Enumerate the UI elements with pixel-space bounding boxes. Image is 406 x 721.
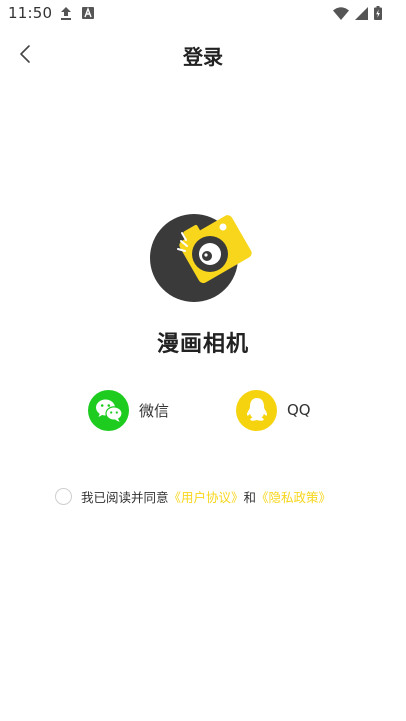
qq-label: QQ	[287, 401, 311, 419]
app-logo	[148, 205, 258, 305]
app-name: 漫画相机	[156, 332, 249, 357]
header: 登录	[0, 34, 406, 74]
agreement-prefix: 我已阅读并同意	[81, 489, 169, 505]
wechat-label: 微信	[139, 401, 170, 420]
camera-logo-icon	[150, 214, 252, 302]
wifi-icon	[333, 6, 349, 20]
battery-icon	[374, 6, 382, 20]
wechat-icon	[88, 389, 129, 431]
page-title: 登录	[183, 45, 223, 69]
user-agreement-link[interactable]: 《用户协议》	[169, 487, 244, 506]
status-right-icons	[333, 6, 382, 20]
a-notification-icon	[82, 7, 94, 19]
status-bar: 11:50	[0, 0, 406, 28]
upload-icon	[61, 7, 71, 20]
agreement-row: 我已阅读并同意 《用户协议》 和 《隐私政策》	[55, 486, 331, 506]
status-time: 11:50	[8, 4, 53, 22]
status-left-icons	[60, 6, 94, 20]
privacy-policy-link[interactable]: 《隐私政策》	[256, 487, 331, 506]
signal-icon	[355, 6, 368, 20]
agreement-conjunction: 和	[243, 489, 257, 505]
qq-login-button[interactable]: QQ	[236, 389, 311, 431]
wechat-login-button[interactable]: 微信	[88, 389, 169, 431]
agree-checkbox[interactable]	[55, 487, 72, 505]
qq-icon	[236, 389, 277, 431]
